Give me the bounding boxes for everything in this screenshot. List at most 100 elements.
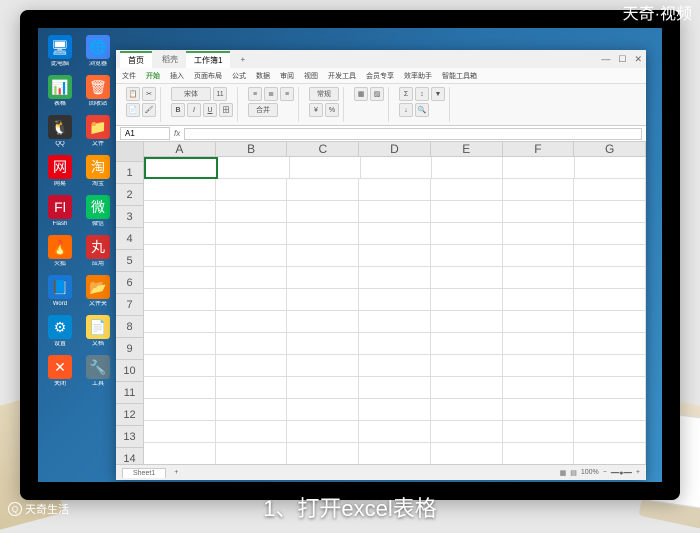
- cell-G10[interactable]: [574, 355, 646, 377]
- cell-B2[interactable]: [216, 179, 288, 201]
- menu-效率助手[interactable]: 效率助手: [404, 71, 432, 81]
- cell-G13[interactable]: [574, 421, 646, 443]
- cell-G12[interactable]: [574, 399, 646, 421]
- font-select[interactable]: 宋体: [171, 87, 211, 101]
- zoom-out-button[interactable]: −: [603, 469, 607, 476]
- cell-F12[interactable]: [503, 399, 575, 421]
- cell-D11[interactable]: [359, 377, 431, 399]
- cell-B8[interactable]: [216, 311, 288, 333]
- cell-E12[interactable]: [431, 399, 503, 421]
- sort-button[interactable]: ↕: [415, 87, 429, 101]
- cell-A4[interactable]: [144, 223, 216, 245]
- cell-D2[interactable]: [359, 179, 431, 201]
- menu-开发工具[interactable]: 开发工具: [328, 71, 356, 81]
- cell-F5[interactable]: [503, 245, 575, 267]
- cell-A3[interactable]: [144, 201, 216, 223]
- cell-F10[interactable]: [503, 355, 575, 377]
- cell-D14[interactable]: [359, 443, 431, 464]
- align-left-button[interactable]: ≡: [248, 87, 262, 101]
- cell-A11[interactable]: [144, 377, 216, 399]
- desktop-icon-5[interactable]: 📁文件: [80, 112, 116, 150]
- underline-button[interactable]: U: [203, 103, 217, 117]
- cell-C14[interactable]: [287, 443, 359, 464]
- cell-G8[interactable]: [574, 311, 646, 333]
- align-right-button[interactable]: ≡: [280, 87, 294, 101]
- desktop-icon-6[interactable]: 网网易: [42, 152, 78, 190]
- cell-G9[interactable]: [574, 333, 646, 355]
- cell-C6[interactable]: [287, 267, 359, 289]
- cell-A6[interactable]: [144, 267, 216, 289]
- column-header-B[interactable]: B: [216, 142, 288, 157]
- cell-E9[interactable]: [431, 333, 503, 355]
- row-header-12[interactable]: 12: [116, 404, 143, 426]
- zoom-in-button[interactable]: +: [636, 469, 640, 476]
- cell-E6[interactable]: [431, 267, 503, 289]
- tab-home[interactable]: 首页: [120, 51, 152, 68]
- desktop-icon-0[interactable]: 🖥此电脑: [42, 32, 78, 70]
- cell-D7[interactable]: [359, 289, 431, 311]
- cell-C5[interactable]: [287, 245, 359, 267]
- desktop-icon-7[interactable]: 淘淘宝: [80, 152, 116, 190]
- cell-C10[interactable]: [287, 355, 359, 377]
- menu-会员专享[interactable]: 会员专享: [366, 71, 394, 81]
- copy-button[interactable]: 📄: [126, 103, 140, 117]
- cell-B6[interactable]: [216, 267, 288, 289]
- cell-F13[interactable]: [503, 421, 575, 443]
- cell-C4[interactable]: [287, 223, 359, 245]
- cell-style-button[interactable]: ▨: [370, 87, 384, 101]
- cell-B7[interactable]: [216, 289, 288, 311]
- cell-A5[interactable]: [144, 245, 216, 267]
- cell-E3[interactable]: [431, 201, 503, 223]
- cell-F9[interactable]: [503, 333, 575, 355]
- cell-E11[interactable]: [431, 377, 503, 399]
- cell-C8[interactable]: [287, 311, 359, 333]
- cell-G4[interactable]: [574, 223, 646, 245]
- cell-B12[interactable]: [216, 399, 288, 421]
- cell-B3[interactable]: [216, 201, 288, 223]
- percent-button[interactable]: %: [325, 103, 339, 117]
- cell-G11[interactable]: [574, 377, 646, 399]
- desktop-icon-16[interactable]: ✕关闭: [42, 352, 78, 390]
- desktop-icon-17[interactable]: 🔧工具: [80, 352, 116, 390]
- cell-F2[interactable]: [503, 179, 575, 201]
- format-painter-button[interactable]: 🖌: [142, 103, 156, 117]
- column-header-G[interactable]: G: [574, 142, 646, 157]
- row-header-6[interactable]: 6: [116, 272, 143, 294]
- cell-A13[interactable]: [144, 421, 216, 443]
- desktop-icon-4[interactable]: 🐧QQ: [42, 112, 78, 150]
- row-header-1[interactable]: 1: [116, 162, 143, 184]
- currency-button[interactable]: ¥: [309, 103, 323, 117]
- row-header-5[interactable]: 5: [116, 250, 143, 272]
- cell-D5[interactable]: [359, 245, 431, 267]
- cell-C2[interactable]: [287, 179, 359, 201]
- cell-A14[interactable]: [144, 443, 216, 464]
- number-format[interactable]: 常规: [309, 87, 339, 101]
- row-header-10[interactable]: 10: [116, 360, 143, 382]
- row-header-9[interactable]: 9: [116, 338, 143, 360]
- desktop-icon-13[interactable]: 📂文件夹: [80, 272, 116, 310]
- cell-C9[interactable]: [287, 333, 359, 355]
- cell-E7[interactable]: [431, 289, 503, 311]
- cell-B1[interactable]: [218, 157, 289, 179]
- name-box[interactable]: A1: [120, 127, 170, 140]
- cell-B14[interactable]: [216, 443, 288, 464]
- desktop-icon-3[interactable]: 🗑回收站: [80, 72, 116, 110]
- cell-A10[interactable]: [144, 355, 216, 377]
- cell-F1[interactable]: [503, 157, 574, 179]
- cell-G1[interactable]: [575, 157, 646, 179]
- tab-add[interactable]: +: [232, 53, 253, 66]
- column-header-D[interactable]: D: [359, 142, 431, 157]
- cell-C3[interactable]: [287, 201, 359, 223]
- formula-input[interactable]: [184, 128, 642, 140]
- column-header-A[interactable]: A: [144, 142, 216, 157]
- tab-workbook[interactable]: 工作簿1: [186, 51, 230, 68]
- cell-D12[interactable]: [359, 399, 431, 421]
- cell-F4[interactable]: [503, 223, 575, 245]
- close-button[interactable]: ✕: [634, 54, 642, 65]
- cell-C13[interactable]: [287, 421, 359, 443]
- menu-开始[interactable]: 开始: [146, 71, 160, 81]
- view-page-icon[interactable]: ▤: [570, 469, 577, 477]
- row-header-4[interactable]: 4: [116, 228, 143, 250]
- cell-E13[interactable]: [431, 421, 503, 443]
- find-button[interactable]: 🔍: [415, 103, 429, 117]
